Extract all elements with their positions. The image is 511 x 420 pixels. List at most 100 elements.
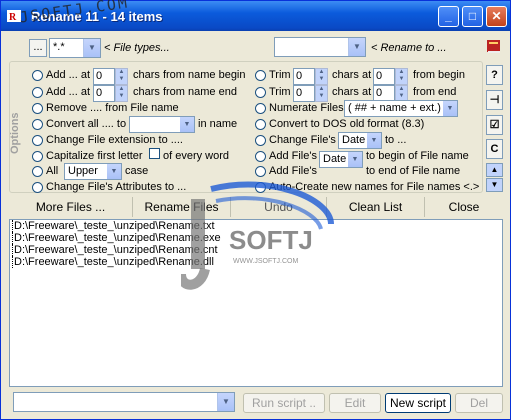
dos-label: Convert to DOS old format (8.3): [269, 118, 425, 130]
numerate-select[interactable]: ( ## + name + ext.) ▼: [344, 100, 458, 117]
trim-begin-input2[interactable]: 0: [373, 68, 395, 85]
chevron-down-icon[interactable]: ▼: [83, 39, 100, 57]
trim-end-spinner[interactable]: ▲ ▼: [315, 85, 328, 102]
change-attr-label: Change File's Attributes to ...: [46, 181, 187, 193]
trim-end-post: from end: [413, 86, 457, 98]
trim-end-mid: chars at: [332, 86, 372, 98]
watermark-logo-text: SOFTJ: [229, 225, 313, 255]
add-end-post: chars from name end: [133, 86, 237, 98]
radio-all-case[interactable]: [32, 166, 43, 177]
c-button[interactable]: C: [486, 139, 503, 159]
rename-to-label: < Rename to ...: [371, 42, 447, 54]
radio-add-date-begin[interactable]: [255, 151, 266, 162]
more-files-button[interactable]: More Files ...: [9, 197, 133, 217]
radio-remove[interactable]: [32, 103, 43, 114]
delete-script-button[interactable]: Del: [455, 393, 503, 413]
watermark-logo-url: WWW.JSOFTJ.COM: [233, 258, 298, 265]
every-word-checkbox[interactable]: [149, 148, 160, 159]
radio-trim-end[interactable]: [255, 87, 266, 98]
checklist-button[interactable]: ☑: [486, 115, 503, 135]
radio-numerate[interactable]: [255, 103, 266, 114]
close-button[interactable]: Close: [425, 197, 503, 217]
browse-dots-button[interactable]: ...: [29, 39, 47, 57]
trim-end-pre: Trim: [269, 86, 291, 98]
add-begin-post: chars from name begin: [133, 69, 246, 81]
scroll-down-button[interactable]: ▼: [486, 178, 503, 192]
trim-end-input[interactable]: 0: [293, 85, 315, 102]
add-date-select[interactable]: Date ▼: [319, 151, 363, 168]
case-select-value: Upper: [68, 165, 98, 177]
add-begin-input[interactable]: 0: [93, 68, 115, 85]
radio-change-ext[interactable]: [32, 135, 43, 146]
radio-change-attr[interactable]: [32, 182, 43, 193]
convert-select[interactable]: ▼: [129, 116, 195, 133]
chevron-down-icon[interactable]: ▼: [107, 164, 121, 179]
radio-trim-begin[interactable]: [255, 70, 266, 81]
change-ext-label: Change File extension to ....: [46, 134, 183, 146]
rename-to-combo[interactable]: ▼: [274, 37, 366, 57]
add-end-input[interactable]: 0: [93, 85, 115, 102]
change-date-value: Date: [342, 134, 366, 146]
add-date-value: Date: [323, 153, 347, 165]
trim-begin-post: from begin: [413, 69, 465, 81]
rename-window: R Rename 11 - 14 items _ □ ✕ JSOFTJ.COM …: [0, 0, 511, 420]
numerate-select-value: ( ## + name + ext.): [348, 102, 441, 114]
trim-begin-mid: chars at: [332, 69, 372, 81]
convert-post: in name: [198, 118, 238, 130]
add-begin-pre: Add ... at: [46, 69, 91, 81]
radio-convert[interactable]: [32, 119, 43, 130]
chevron-down-icon[interactable]: ▼: [348, 38, 365, 56]
chevron-down-icon[interactable]: ▼: [217, 393, 234, 411]
trim-begin-spinner[interactable]: ▲ ▼: [315, 68, 328, 85]
script-combo[interactable]: ▼: [13, 392, 235, 412]
new-script-button[interactable]: New script: [385, 393, 451, 413]
edit-script-button[interactable]: Edit: [329, 393, 381, 413]
add-date-begin-pre: Add File's: [269, 150, 317, 162]
trim-begin-input[interactable]: 0: [293, 68, 315, 85]
run-script-button[interactable]: Run script ..: [243, 393, 325, 413]
close-window-button[interactable]: ✕: [486, 6, 507, 27]
jsoftj-watermark-logo: SOFTJ WWW.JSOFTJ.COM: [181, 181, 334, 290]
svg-text:R: R: [9, 12, 17, 23]
file-mask-combo[interactable]: *.* ▼: [49, 38, 101, 58]
radio-add-end[interactable]: [32, 87, 43, 98]
options-label: Options: [9, 112, 21, 154]
book-icon[interactable]: [485, 37, 503, 55]
add-end-pre: Add ... at: [46, 86, 91, 98]
radio-add-begin[interactable]: [32, 70, 43, 81]
chevron-down-icon[interactable]: ▼: [348, 152, 362, 167]
remove-label: Remove .... from File name: [46, 102, 179, 114]
pin-button[interactable]: ⊣: [486, 90, 503, 110]
radio-add-date-end[interactable]: [255, 166, 266, 177]
add-begin-spinner[interactable]: ▲ ▼: [115, 68, 128, 85]
change-date-select[interactable]: Date ▼: [338, 132, 382, 149]
numerate-pre: Numerate Files: [269, 102, 344, 114]
add-end-spinner[interactable]: ▲ ▼: [115, 85, 128, 102]
change-date-post: to ...: [385, 134, 407, 146]
chevron-down-icon[interactable]: ▼: [443, 101, 457, 116]
file-types-label: < File types...: [104, 42, 170, 54]
add-date-end-pre: Add File's: [269, 165, 317, 177]
add-date-end-post: to end of File name: [366, 165, 461, 177]
chevron-down-icon[interactable]: ▼: [367, 133, 381, 148]
add-date-begin-post: to begin of File name: [366, 150, 469, 162]
file-mask-value: *.*: [53, 41, 65, 53]
all-case-post: case: [125, 165, 149, 177]
radio-capitalize[interactable]: [32, 151, 43, 162]
convert-pre: Convert all .... to: [46, 118, 127, 130]
capitalize-pre: Capitalize first letter: [46, 150, 143, 162]
clean-list-button[interactable]: Clean List: [327, 197, 425, 217]
trim-begin-pre: Trim: [269, 69, 291, 81]
maximize-button[interactable]: □: [462, 6, 483, 27]
change-date-pre: Change File's: [269, 134, 336, 146]
radio-dos[interactable]: [255, 119, 266, 130]
scroll-up-button[interactable]: ▲: [486, 163, 503, 177]
minimize-button[interactable]: _: [438, 6, 459, 27]
capitalize-post: of every word: [163, 150, 230, 162]
all-case-pre: All: [46, 165, 59, 177]
case-select[interactable]: Upper ▼: [64, 163, 122, 180]
radio-change-date[interactable]: [255, 135, 266, 146]
chevron-down-icon[interactable]: ▼: [180, 117, 194, 132]
trim-begin-spinner2[interactable]: ▲ ▼: [395, 68, 408, 85]
help-button[interactable]: ?: [486, 65, 503, 85]
